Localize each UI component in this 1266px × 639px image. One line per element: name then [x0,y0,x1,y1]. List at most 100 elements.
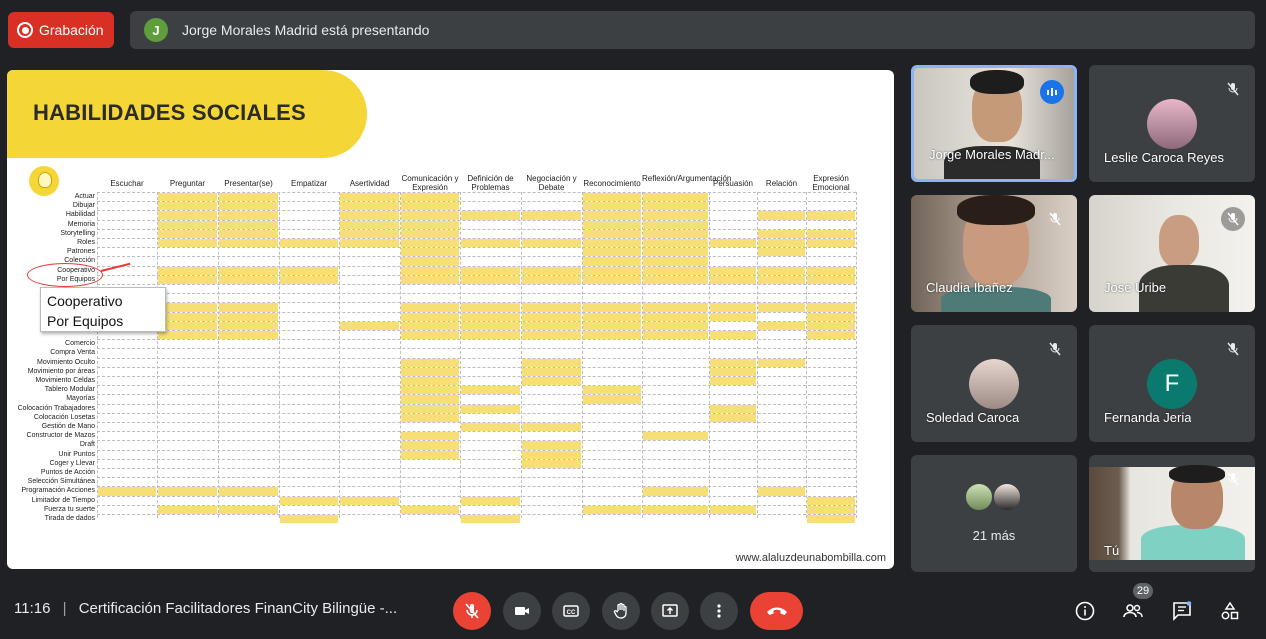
present-button[interactable] [651,592,689,630]
tooltip-line-1: Cooperativo [47,293,123,309]
grid-line [97,394,856,396]
grid-cell [807,239,855,248]
participant-tile-soledad[interactable]: Soledad Caroca [911,325,1077,442]
grid-cell [461,404,520,413]
mic-off-icon [1045,209,1065,229]
grid-cell [522,331,581,340]
grid-cell [219,229,278,238]
annotation-circle [27,263,103,287]
people-button[interactable] [1120,598,1146,624]
grid-row-label: Mayorías [66,395,95,403]
grid-line [97,458,856,460]
grid-cell [758,358,805,367]
participant-name: Jorge Morales Madr... [929,147,1055,162]
grid-row-label: Tirada de dados [44,515,95,522]
mic-off-icon [1045,339,1065,359]
grid-cell [461,423,520,432]
grid-cell [158,193,217,202]
grid-row-label: Patrones [66,248,95,256]
participant-tile-jose[interactable]: Jose Uribe [1089,195,1255,312]
raise-hand-button[interactable] [602,592,640,630]
grid-row-label: Gestión de Mano [41,423,95,430]
grid-cell [401,239,459,248]
grid-cell [758,229,805,238]
grid-cell [758,275,805,284]
more-participants-tile[interactable]: 21 más [911,455,1077,572]
presenting-banner: J Jorge Morales Madrid está presentando [130,11,1255,49]
grid-cell [643,312,708,321]
grid-cell [219,505,278,514]
grid-row-label: Actuar [74,193,95,200]
grid-cell [401,331,459,340]
grid-cell [583,193,641,202]
grid-cell [280,239,338,248]
grid-row-label: Colocación Losetas [33,413,95,421]
grid-cell [583,248,641,257]
grid-cell [583,202,641,211]
grid-cell [461,266,520,275]
more-vert-icon [717,604,721,618]
chat-button[interactable] [1169,598,1195,624]
grid-line [97,293,856,295]
grid-cell [758,321,805,330]
participant-tile-leslie[interactable]: Leslie Caroca Reyes [1089,65,1255,182]
grid-line [97,348,856,350]
recording-indicator[interactable]: Grabación [8,12,114,48]
grid-cell [583,275,641,284]
grid-cell [643,321,708,330]
grid-cell [219,331,278,340]
grid-cell [643,220,708,229]
participant-tile-claudia[interactable]: Claudia Ibañez [911,195,1077,312]
hand-icon [613,602,627,619]
grid-cell [643,266,708,275]
grid-cell [158,202,217,211]
grid-cell [461,515,520,524]
grid-row-label: Habilidad [65,211,95,219]
grid-row-label: Puntos de Acción [40,469,95,476]
grid-cell [807,229,855,238]
grid-cell [522,459,581,468]
grid-column-header: Persuasión [712,179,754,188]
grid-cell [158,487,217,496]
grid-cell [461,239,520,248]
participant-tile-fernanda[interactable]: F Fernanda Jeria [1089,325,1255,442]
participant-tile-jorge[interactable]: Jorge Morales Madr... [911,65,1077,182]
participant-name: Jose Uribe [1104,280,1167,295]
self-view-tile[interactable]: Tú [1089,455,1255,572]
grid-cell [158,211,217,220]
grid-cell [522,239,581,248]
grid-cell [401,220,459,229]
grid-cell [710,239,756,248]
activities-button[interactable] [1217,598,1243,624]
grid-cell [401,395,459,404]
grid-row-label: Selección Simultánea [27,478,95,486]
grid-cell [401,257,459,266]
grid-cell [401,211,459,220]
grid-cell [807,312,855,321]
mic-toggle-button[interactable] [453,592,491,630]
camera-toggle-button[interactable] [503,592,541,630]
grid-cell [758,239,805,248]
grid-column-header: Negociación y Debate [526,174,577,192]
grid-cell [643,229,708,238]
more-options-button[interactable] [700,592,738,630]
grid-cell [710,312,756,321]
camera-icon [515,607,529,615]
record-icon [17,22,33,38]
grid-cell [158,220,217,229]
grid-column-header: Reconocimiento [583,179,641,188]
grid-cell [710,377,756,386]
grid-cell [158,303,217,312]
meeting-details-button[interactable] [1072,598,1098,624]
captions-button[interactable]: CC [552,592,590,630]
grid-cell [807,331,855,340]
grid-cell [219,211,278,220]
grid-cell [461,303,520,312]
grid-cell [758,266,805,275]
leave-call-button[interactable] [750,592,803,630]
grid-cell [583,505,641,514]
participant-name: Tú [1104,543,1120,558]
grid-row-label: Draft [79,441,95,449]
grid-line [97,449,856,451]
grid-row-label: Colocación Trabajadores [17,404,95,412]
